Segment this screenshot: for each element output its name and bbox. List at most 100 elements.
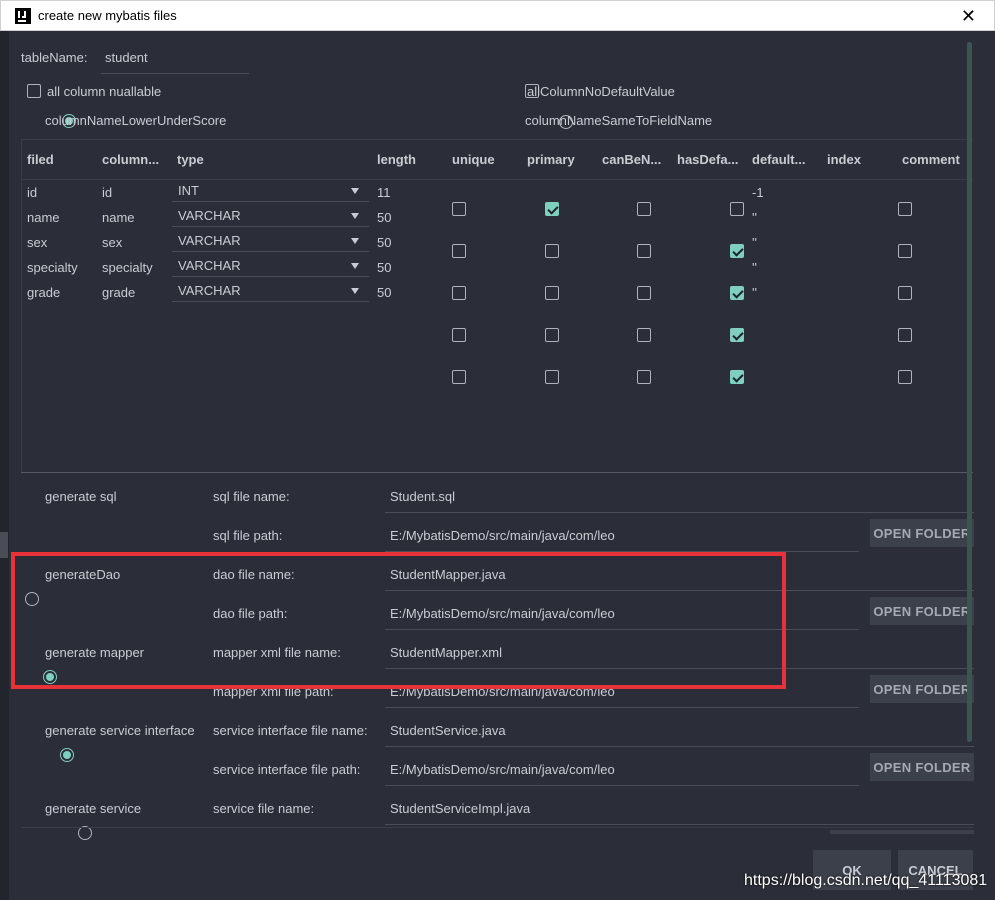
unique-checkbox[interactable]	[452, 370, 466, 384]
highlight-annotation	[11, 552, 786, 689]
generate-service-label: generate service	[45, 801, 142, 816]
index-checkbox[interactable]	[897, 370, 912, 384]
cell-filed: sex	[27, 235, 48, 250]
chevron-down-icon	[351, 263, 359, 269]
type-value: VARCHAR	[178, 233, 241, 248]
mapper-file-path-underline	[385, 707, 859, 708]
cell-column: id	[102, 185, 113, 200]
can-be-null-checkbox[interactable]	[637, 370, 652, 384]
index-checkbox[interactable]	[897, 202, 912, 216]
service-interface-file-name-underline	[385, 746, 974, 747]
window-title: create new mybatis files	[38, 8, 177, 23]
service-interface-file-name-label: service interface file name:	[213, 723, 368, 738]
cell-filed: name	[27, 210, 60, 225]
dao-open-folder-button[interactable]: OPEN FOLDER	[870, 597, 974, 625]
table-name-input[interactable]: student	[105, 50, 148, 65]
unique-checkbox[interactable]	[452, 244, 466, 258]
same-to-field-name-label: columnNameSameToFieldName	[525, 113, 713, 128]
sql-file-path-input[interactable]: E:/MybatisDemo/src/main/java/com/leo	[390, 528, 615, 543]
cell-length: 50	[377, 210, 392, 225]
table-top-border	[21, 139, 973, 140]
table-bottom-border	[21, 472, 973, 473]
can-be-null-checkbox[interactable]	[637, 244, 652, 258]
service-file-name-input[interactable]: StudentServiceImpl.java	[390, 801, 530, 816]
table-name-underline	[101, 73, 249, 74]
unique-checkbox[interactable]	[452, 328, 466, 342]
type-value: VARCHAR	[178, 258, 241, 273]
background-ide-sliver	[0, 31, 9, 900]
index-checkbox[interactable]	[897, 244, 912, 258]
can-be-null-checkbox[interactable]	[637, 328, 652, 342]
type-select[interactable]: INT	[172, 183, 369, 202]
all-column-nullable-checkbox[interactable]	[27, 84, 41, 98]
cell-column: specialty	[102, 260, 153, 275]
title-bar: create new mybatis files ✕	[0, 0, 995, 31]
primary-checkbox[interactable]	[544, 202, 559, 216]
can-be-null-checkbox[interactable]	[637, 286, 652, 300]
all-column-nullable-label: all column nuallable	[47, 84, 162, 99]
type-select[interactable]: VARCHAR	[172, 283, 369, 302]
cell-filed: specialty	[27, 260, 78, 275]
column-header-unique: unique	[452, 152, 495, 167]
generate-sql-label: generate sql	[45, 489, 117, 504]
cell-default: ''	[752, 285, 757, 300]
column-header-can-be-null: canBeN...	[602, 152, 662, 167]
partial-button-edge	[830, 830, 974, 834]
sql-file-name-input[interactable]: Student.sql	[390, 489, 455, 504]
mapper-open-folder-button[interactable]: OPEN FOLDER	[870, 675, 974, 703]
type-select[interactable]: VARCHAR	[172, 208, 369, 227]
close-icon[interactable]: ✕	[961, 7, 976, 25]
has-default-checkbox[interactable]	[729, 202, 744, 216]
has-default-checkbox[interactable]	[729, 286, 744, 300]
cell-default: -1	[752, 185, 764, 200]
primary-checkbox[interactable]	[544, 370, 559, 384]
scroll-area-bottom	[21, 827, 973, 828]
column-header-index: index	[827, 152, 861, 167]
cell-column: sex	[102, 235, 123, 250]
column-header-comment: comment	[902, 152, 960, 167]
generate-service-interface-radio[interactable]	[77, 826, 92, 840]
cell-length: 50	[377, 235, 392, 250]
type-value: INT	[178, 183, 199, 198]
cell-column: name	[102, 210, 135, 225]
sql-file-path-label: sql file path:	[213, 528, 283, 543]
unique-checkbox[interactable]	[452, 286, 466, 300]
cell-filed: grade	[27, 285, 61, 300]
service-interface-file-path-underline	[385, 785, 859, 786]
chevron-down-icon	[351, 288, 359, 294]
has-default-checkbox[interactable]	[729, 328, 744, 342]
cell-length: 50	[377, 260, 392, 275]
service-interface-file-name-input[interactable]: StudentService.java	[390, 723, 506, 738]
service-interface-file-path-input[interactable]: E:/MybatisDemo/src/main/java/com/leo	[390, 762, 615, 777]
table-row[interactable]: id id INT 11 -1	[9, 48, 995, 216]
column-header-type: type	[177, 152, 204, 167]
sql-file-name-label: sql file name:	[213, 489, 290, 504]
cell-default: ''	[752, 235, 757, 250]
primary-checkbox[interactable]	[544, 244, 559, 258]
type-select[interactable]: VARCHAR	[172, 233, 369, 252]
generate-mapper-radio[interactable]	[60, 748, 75, 762]
has-default-checkbox[interactable]	[729, 370, 744, 384]
column-header-default: default...	[752, 152, 806, 167]
sql-file-name-underline	[385, 512, 974, 513]
column-header-has-default: hasDefa...	[677, 152, 739, 167]
sql-open-folder-button[interactable]: OPEN FOLDER	[870, 519, 974, 547]
column-header-length: length	[377, 152, 416, 167]
primary-checkbox[interactable]	[544, 328, 559, 342]
column-header-filed: filed	[27, 152, 54, 167]
index-checkbox[interactable]	[897, 286, 912, 300]
type-select[interactable]: VARCHAR	[172, 258, 369, 277]
cell-length: 50	[377, 285, 392, 300]
vertical-scrollbar[interactable]	[967, 42, 972, 742]
index-checkbox[interactable]	[897, 328, 912, 342]
has-default-checkbox[interactable]	[729, 244, 744, 258]
service-interface-open-folder-button[interactable]: OPEN FOLDER	[870, 753, 974, 781]
cell-column: grade	[102, 285, 136, 300]
service-file-name-label: service file name:	[213, 801, 315, 816]
type-value: VARCHAR	[178, 283, 241, 298]
unique-checkbox[interactable]	[452, 202, 466, 216]
can-be-null-checkbox[interactable]	[637, 202, 652, 216]
primary-checkbox[interactable]	[544, 286, 559, 300]
intellij-icon	[15, 7, 31, 24]
cell-filed: id	[27, 185, 38, 200]
